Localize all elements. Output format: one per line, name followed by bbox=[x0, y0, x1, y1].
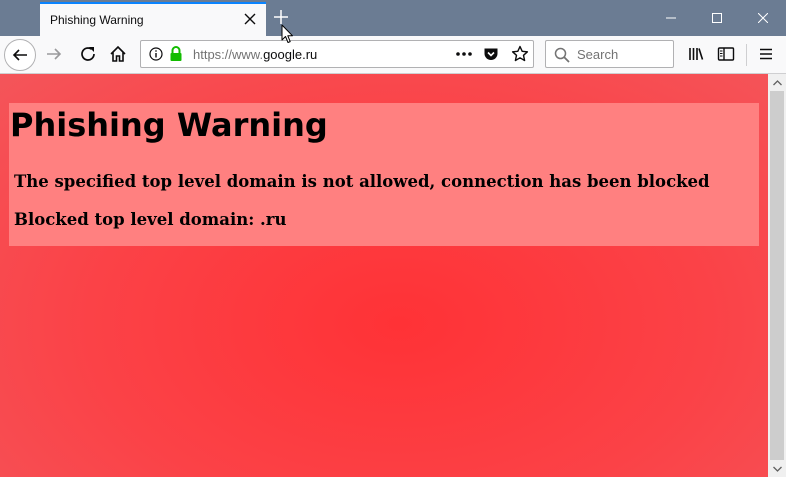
minimize-button[interactable] bbox=[648, 0, 694, 36]
chevron-down-icon bbox=[772, 466, 782, 472]
chevron-up-icon bbox=[772, 79, 782, 85]
home-button[interactable] bbox=[106, 42, 130, 66]
navigation-toolbar: https://www.google.ru Search bbox=[0, 36, 786, 74]
search-bar[interactable]: Search bbox=[545, 40, 674, 68]
scroll-up-button[interactable] bbox=[768, 74, 786, 91]
forward-button[interactable] bbox=[42, 42, 66, 66]
tab-phishing-warning[interactable]: Phishing Warning bbox=[40, 2, 266, 36]
scroll-down-button[interactable] bbox=[768, 460, 786, 477]
library-icon bbox=[689, 48, 704, 60]
library-button[interactable] bbox=[684, 42, 708, 66]
maximize-button[interactable] bbox=[694, 0, 740, 36]
toolbar-separator bbox=[746, 44, 747, 66]
star-icon[interactable] bbox=[511, 45, 529, 63]
warning-box: Phishing Warning The specified top level… bbox=[9, 103, 759, 246]
window-close-button[interactable] bbox=[740, 0, 786, 36]
lock-icon[interactable] bbox=[169, 46, 183, 62]
search-placeholder: Search bbox=[577, 47, 619, 62]
home-icon bbox=[110, 45, 126, 62]
url-bar[interactable]: https://www.google.ru bbox=[140, 40, 534, 68]
page-content: Phishing Warning The specified top level… bbox=[0, 74, 768, 477]
search-icon bbox=[554, 47, 570, 63]
url-domain: google.ru bbox=[263, 47, 318, 62]
scrollbar-thumb[interactable] bbox=[770, 91, 784, 460]
vertical-scrollbar[interactable] bbox=[768, 74, 786, 477]
reload-button[interactable] bbox=[76, 42, 100, 66]
sidebar-button[interactable] bbox=[714, 42, 738, 66]
close-icon bbox=[758, 13, 768, 23]
close-icon[interactable] bbox=[242, 11, 258, 27]
minimize-icon bbox=[666, 17, 676, 19]
back-arrow-icon bbox=[12, 49, 27, 61]
title-bar: Phishing Warning bbox=[0, 0, 786, 36]
page-title: Phishing Warning bbox=[10, 106, 328, 144]
ellipsis-icon[interactable] bbox=[455, 46, 473, 62]
mouse-cursor-icon bbox=[281, 24, 293, 43]
sidebar-icon bbox=[717, 47, 735, 61]
tab-title: Phishing Warning bbox=[50, 13, 144, 27]
forward-arrow-icon bbox=[47, 48, 62, 60]
url-scheme: https://www. bbox=[193, 47, 264, 62]
maximize-icon bbox=[712, 13, 722, 23]
info-icon[interactable] bbox=[149, 47, 163, 61]
warning-message: The specified top level domain is not al… bbox=[14, 172, 710, 191]
reload-icon bbox=[81, 47, 95, 61]
pocket-icon[interactable] bbox=[483, 46, 499, 62]
url-text[interactable]: https://www.google.ru bbox=[193, 47, 317, 62]
blocked-domain-text: Blocked top level domain: .ru bbox=[14, 210, 287, 229]
back-button[interactable] bbox=[4, 39, 36, 71]
menu-button[interactable] bbox=[754, 42, 778, 66]
hamburger-menu-icon bbox=[760, 48, 772, 60]
